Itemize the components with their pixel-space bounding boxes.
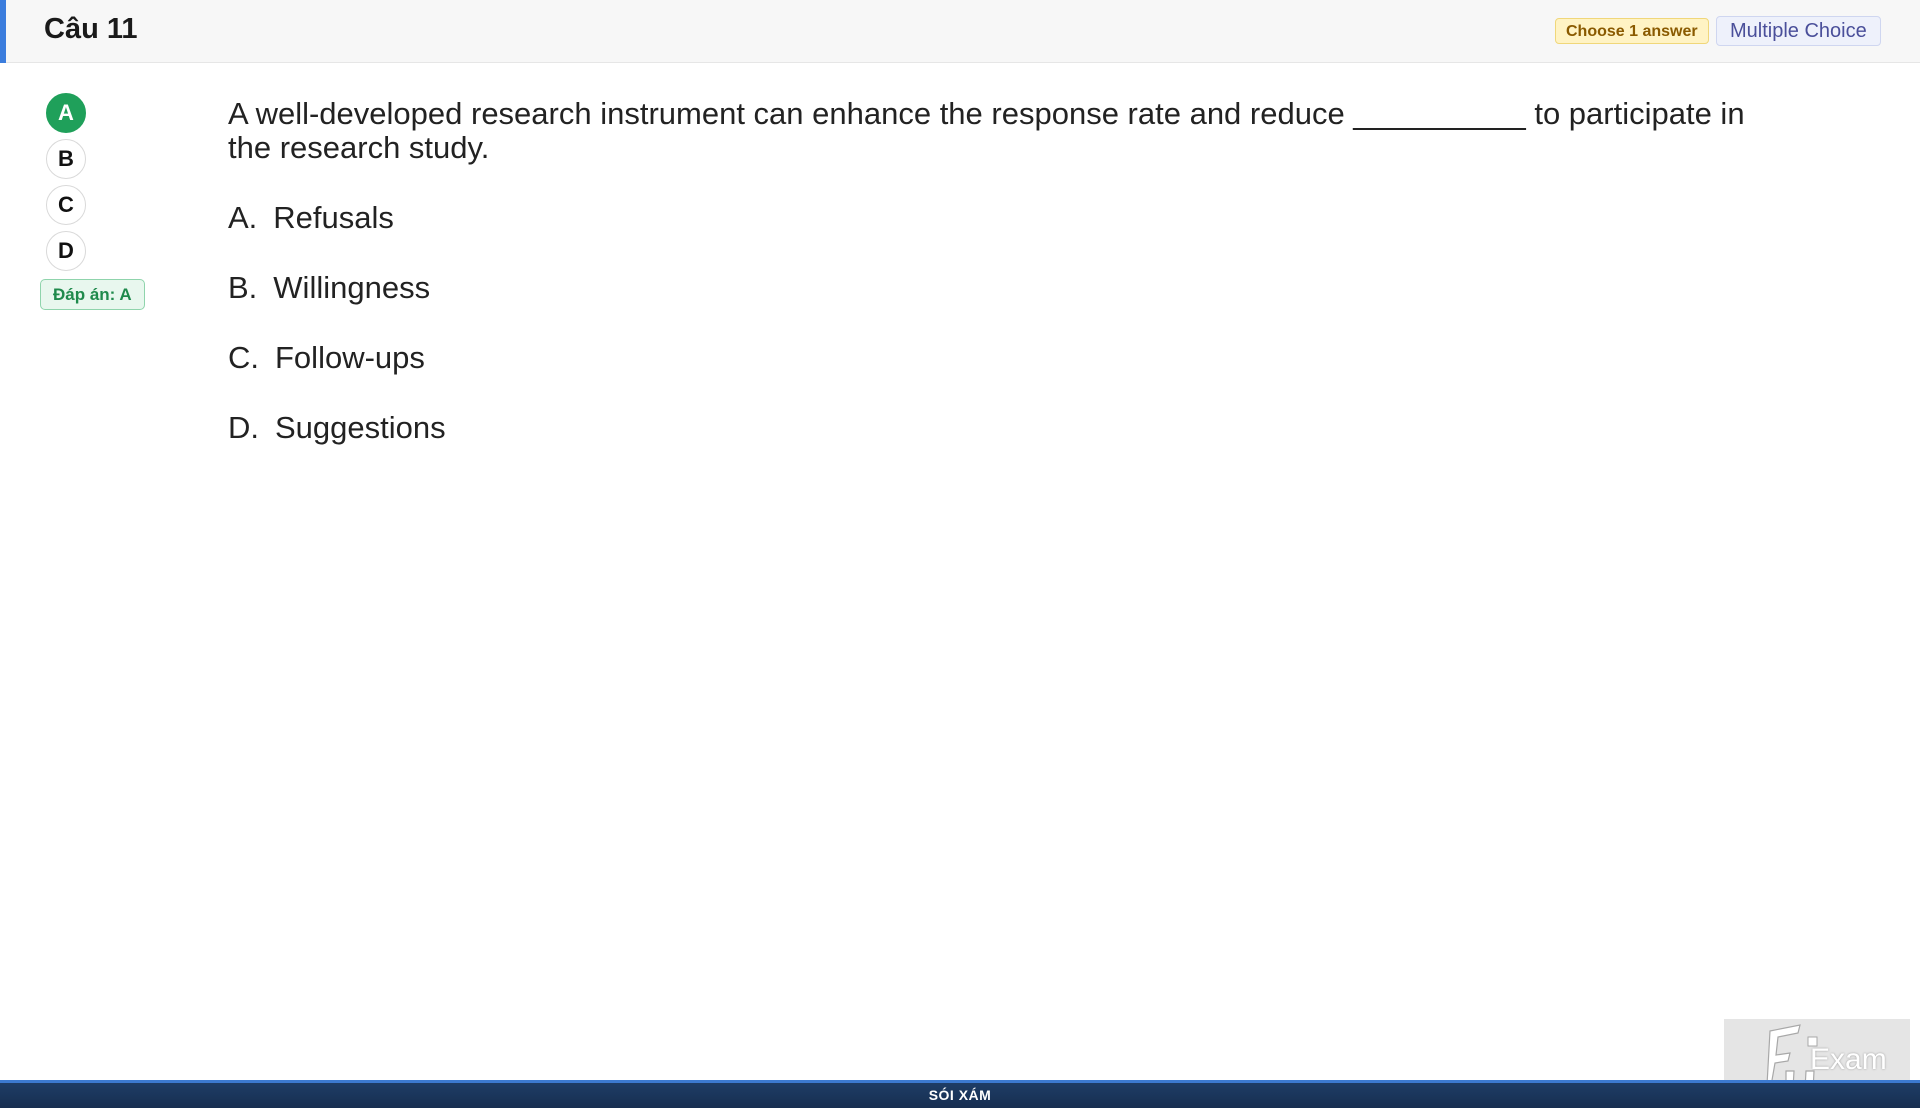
option-letter: B.: [228, 270, 258, 305]
question-text: A well-developed research instrument can…: [228, 96, 1745, 165]
option-text: Follow-ups: [275, 340, 425, 375]
answer-option-a-button[interactable]: A: [46, 93, 86, 133]
option-d: D. Suggestions: [228, 407, 446, 477]
option-c: C. Follow-ups: [228, 337, 446, 407]
footer-bar: SÓI XÁM: [0, 1080, 1920, 1108]
question-number-title: Câu 11: [44, 13, 138, 45]
question-type-badge: Multiple Choice: [1716, 16, 1881, 46]
exam-page: Câu 11 Choose 1 answer Multiple Choice A…: [0, 0, 1920, 1108]
correct-answer-badge: Đáp án: A: [40, 279, 145, 310]
question-header: Câu 11 Choose 1 answer Multiple Choice: [0, 0, 1920, 63]
answer-option-b-button[interactable]: B: [46, 139, 86, 179]
option-letter: C.: [228, 340, 259, 375]
choose-answer-badge: Choose 1 answer: [1555, 18, 1709, 44]
answer-selector: A B C D: [46, 93, 86, 277]
answer-option-c-button[interactable]: C: [46, 185, 86, 225]
answer-option-d-button[interactable]: D: [46, 231, 86, 271]
footer-text: SÓI XÁM: [928, 1087, 992, 1103]
header-accent-bar: [0, 0, 6, 63]
option-a: A. Refusals: [228, 197, 446, 267]
option-letter: D.: [228, 410, 259, 445]
option-text: Refusals: [273, 200, 394, 235]
logo-text: Exam: [1810, 1043, 1887, 1076]
option-list: A. Refusals B. Willingness C. Follow-ups D.…: [228, 197, 446, 477]
option-text: Suggestions: [275, 410, 446, 445]
option-b: B. Willingness: [228, 267, 446, 337]
option-text: Willingness: [273, 270, 431, 305]
option-letter: A.: [228, 200, 258, 235]
